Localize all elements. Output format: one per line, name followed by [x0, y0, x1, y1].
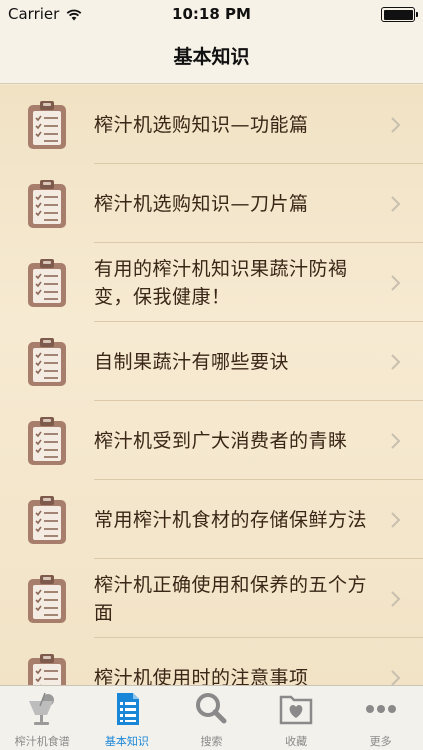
tab-basic-knowledge[interactable]: 基本知识	[85, 686, 170, 750]
clipboard-icon	[27, 336, 67, 387]
tab-more[interactable]: 更多	[338, 686, 423, 750]
list-item-label: 自制果蔬汁有哪些要诀	[94, 350, 290, 373]
article-list: 榨汁机选购知识—功能篇 榨汁机选购知识—刀片篇 有用的榨汁机知识果蔬汁防褐变，保…	[0, 85, 423, 685]
chevron-right-icon	[391, 195, 401, 212]
list-item[interactable]: 榨汁机使用时的注意事项	[0, 638, 423, 685]
list-item[interactable]: 榨汁机正确使用和保养的五个方面	[0, 559, 423, 638]
tab-label: 更多	[369, 735, 392, 748]
tab-label: 收藏	[285, 735, 308, 748]
battery-level	[383, 9, 413, 20]
list-item-label: 榨汁机使用时的注意事项	[94, 666, 309, 686]
chevron-right-icon	[391, 432, 401, 449]
tab-label: 基本知识	[104, 735, 149, 748]
status-bar: Carrier 10:18 PM	[0, 0, 423, 28]
clipboard-icon	[27, 652, 67, 685]
juicer-icon	[29, 692, 55, 725]
document-icon	[116, 693, 139, 725]
tab-label: 榨汁机食谱	[14, 735, 70, 748]
chevron-right-icon	[391, 669, 401, 685]
clipboard-icon	[27, 573, 67, 624]
list-item-label: 榨汁机选购知识—功能篇	[94, 113, 309, 136]
list-item[interactable]: 榨汁机选购知识—刀片篇	[0, 164, 423, 243]
status-time: 10:18 PM	[172, 5, 251, 23]
battery-icon	[381, 7, 418, 22]
list-item-label: 榨汁机正确使用和保养的五个方面	[94, 573, 368, 624]
list-item-label: 常用榨汁机食材的存储保鲜方法	[94, 508, 368, 531]
chevron-right-icon	[391, 353, 401, 370]
list-item[interactable]: 榨汁机选购知识—功能篇	[0, 85, 423, 164]
list-item-label: 榨汁机选购知识—刀片篇	[94, 192, 309, 215]
list-item[interactable]: 有用的榨汁机知识果蔬汁防褐变，保我健康！	[0, 243, 423, 322]
chevron-right-icon	[391, 511, 401, 528]
list-item-label: 榨汁机受到广大消费者的青睐	[94, 429, 348, 452]
navigation-bar: 基本知识	[0, 28, 423, 84]
clipboard-icon	[27, 494, 67, 545]
chevron-right-icon	[391, 590, 401, 607]
more-icon	[365, 705, 396, 713]
clipboard-icon	[27, 415, 67, 466]
page-title: 基本知识	[173, 46, 250, 68]
list-item-label: 有用的榨汁机知识果蔬汁防褐变，保我健康！	[94, 257, 348, 308]
clipboard-icon	[27, 178, 67, 229]
chevron-right-icon	[391, 116, 401, 133]
clipboard-icon	[27, 257, 67, 308]
search-icon	[196, 693, 227, 724]
tab-search[interactable]: 搜索	[169, 686, 254, 750]
favorites-folder-icon	[279, 695, 313, 725]
tab-label: 搜索	[200, 735, 223, 748]
tab-recipes[interactable]: 榨汁机食谱	[0, 686, 85, 750]
tab-bar: 榨汁机食谱 基本知识 搜索 收藏 更多	[0, 685, 423, 750]
list-item[interactable]: 自制果蔬汁有哪些要诀	[0, 322, 423, 401]
list-item[interactable]: 常用榨汁机食材的存储保鲜方法	[0, 480, 423, 559]
list-item[interactable]: 榨汁机受到广大消费者的青睐	[0, 401, 423, 480]
tab-favorites[interactable]: 收藏	[254, 686, 339, 750]
chevron-right-icon	[391, 274, 401, 291]
clipboard-icon	[27, 99, 67, 150]
